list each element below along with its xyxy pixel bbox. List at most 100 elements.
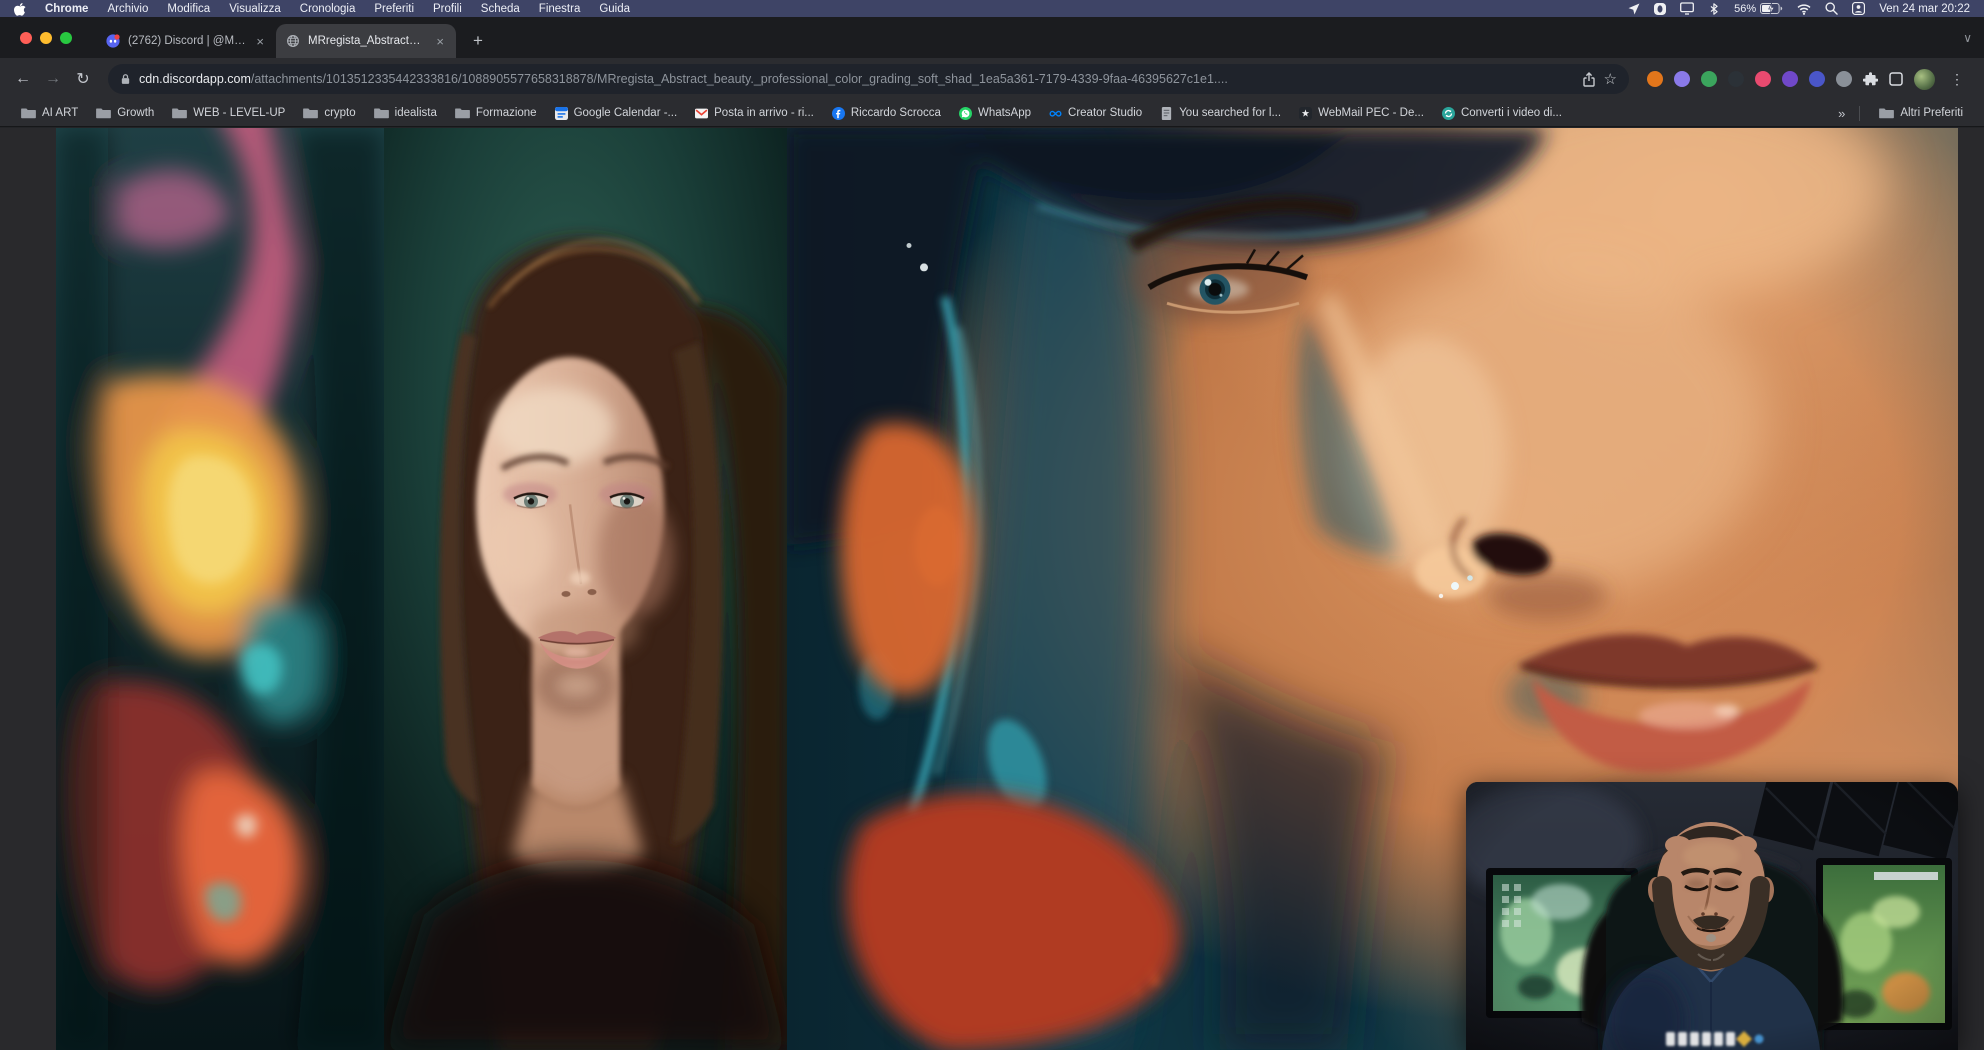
menubar-item-modifica[interactable]: Modifica — [167, 3, 210, 15]
bookmark-label: Altri Preferiti — [1900, 107, 1963, 119]
window-square-icon[interactable] — [1889, 72, 1903, 86]
bookmark-label: You searched for l... — [1179, 107, 1281, 119]
bookmarks-bar: AI ART Growth WEB - LEVEL-UP crypto idea… — [0, 100, 1984, 127]
bookmark-gmail-inbox[interactable]: Posta in arrivo - ri... — [686, 103, 823, 124]
page-content — [0, 128, 1984, 1050]
spotlight-search-icon[interactable] — [1825, 2, 1838, 15]
battery-percent-label: 56% — [1734, 3, 1756, 15]
extension-icon[interactable] — [1782, 71, 1798, 87]
bookmark-creator-studio[interactable]: Creator Studio — [1040, 103, 1151, 124]
bookmark-label: idealista — [395, 107, 437, 119]
bookmark-folder-formazione[interactable]: Formazione — [446, 103, 546, 124]
bookmark-folder-idealista[interactable]: idealista — [365, 103, 446, 124]
extension-icon[interactable] — [1674, 71, 1690, 87]
back-button[interactable]: ← — [8, 64, 38, 94]
whatsapp-icon — [959, 107, 972, 120]
zoom-window-button[interactable] — [60, 32, 72, 44]
menubar-item-profili[interactable]: Profili — [433, 3, 462, 15]
bookmark-video-converter[interactable]: Converti i video di... — [1433, 103, 1571, 124]
bookmark-label: WhatsApp — [978, 107, 1031, 119]
location-arrow-icon[interactable] — [1628, 3, 1640, 15]
discord-favicon — [106, 34, 120, 48]
bookmarks-overflow-icon[interactable]: » — [1834, 106, 1849, 121]
url-domain: cdn.discordapp.com — [139, 72, 251, 86]
tab-strip: (2762) Discord | @Midjourney × MRregista… — [0, 17, 1984, 58]
bookmark-folder-web-level-up[interactable]: WEB - LEVEL-UP — [163, 103, 294, 124]
gmail-icon — [695, 107, 708, 120]
folder-icon — [96, 107, 111, 119]
bookmark-star-icon[interactable]: ☆ — [1604, 70, 1617, 88]
app-badge-icon[interactable] — [1654, 3, 1666, 15]
macos-screen: Chrome Archivio Modifica Visualizza Cron… — [0, 0, 1984, 1050]
extension-icon[interactable] — [1701, 71, 1717, 87]
bookmarks-divider — [1859, 106, 1860, 121]
folder-icon — [374, 107, 389, 119]
menubar-item-guida[interactable]: Guida — [599, 3, 630, 15]
forward-button[interactable]: → — [38, 64, 68, 94]
battery-charging-icon — [1760, 2, 1783, 15]
folder-icon — [172, 107, 187, 119]
profile-avatar[interactable] — [1914, 69, 1935, 90]
user-switch-icon[interactable] — [1852, 2, 1865, 15]
page-icon — [1160, 107, 1173, 120]
menubar-item-visualizza[interactable]: Visualizza — [229, 3, 281, 15]
menubar-item-cronologia[interactable]: Cronologia — [300, 3, 356, 15]
artwork-panel-portrait — [384, 128, 787, 1050]
new-tab-button[interactable]: + — [464, 27, 492, 55]
artwork-panel-abstract — [56, 128, 384, 1050]
share-icon[interactable] — [1582, 72, 1596, 87]
bookmark-label: Google Calendar -... — [574, 107, 678, 119]
bookmark-folder-crypto[interactable]: crypto — [294, 103, 364, 124]
chrome-menu-icon[interactable]: ⋮ — [1946, 71, 1968, 88]
reload-button[interactable]: ↻ — [68, 64, 98, 94]
extensions-puzzle-icon[interactable] — [1863, 72, 1878, 87]
bookmark-folder-ai-art[interactable]: AI ART — [12, 103, 87, 124]
apple-menu[interactable] — [14, 2, 26, 16]
bookmark-facebook-profile[interactable]: Riccardo Scrocca — [823, 103, 950, 124]
menubar-item-preferiti[interactable]: Preferiti — [374, 3, 414, 15]
bookmark-label: AI ART — [42, 107, 78, 119]
extension-icon[interactable] — [1647, 71, 1663, 87]
extension-icon[interactable] — [1755, 71, 1771, 87]
bookmark-google-calendar[interactable]: Google Calendar -... — [546, 103, 687, 124]
bookmark-whatsapp[interactable]: WhatsApp — [950, 103, 1040, 124]
calendar-icon — [555, 107, 568, 120]
globe-favicon — [286, 34, 300, 48]
close-tab-icon[interactable]: × — [254, 34, 266, 49]
close-tab-icon[interactable]: × — [434, 34, 446, 49]
url-text[interactable]: cdn.discordapp.com/attachments/101351233… — [139, 72, 1574, 86]
bookmark-label: Converti i video di... — [1461, 107, 1562, 119]
tab-discord[interactable]: (2762) Discord | @Midjourney × — [96, 24, 276, 58]
menubar-clock[interactable]: Ven 24 mar 20:22 — [1879, 3, 1970, 15]
bluetooth-icon[interactable] — [1708, 3, 1720, 15]
minimize-window-button[interactable] — [40, 32, 52, 44]
bookmark-folder-growth[interactable]: Growth — [87, 103, 163, 124]
address-bar[interactable]: cdn.discordapp.com/attachments/101351233… — [108, 64, 1629, 94]
menubar-item-scheda[interactable]: Scheda — [481, 3, 520, 15]
lock-icon[interactable] — [120, 73, 131, 85]
menubar-item-chrome[interactable]: Chrome — [45, 3, 88, 15]
chevron-down-icon[interactable]: ∨ — [1963, 31, 1972, 45]
tab-image-attachment[interactable]: MRregista_Abstract_beauty._ × — [276, 24, 456, 58]
extension-icon[interactable] — [1809, 71, 1825, 87]
url-path: /attachments/1013512335442333816/1088905… — [251, 72, 1228, 86]
extensions-row: ⋮ — [1639, 69, 1976, 90]
extension-icon[interactable] — [1836, 71, 1852, 87]
wifi-icon[interactable] — [1797, 3, 1811, 15]
menubar-item-finestra[interactable]: Finestra — [539, 3, 581, 15]
webcam-overlay — [1466, 782, 1958, 1050]
tab-title: (2762) Discord | @Midjourney — [128, 35, 246, 47]
folder-icon — [1879, 107, 1894, 119]
bookmark-label: Creator Studio — [1068, 107, 1142, 119]
bookmark-webmail-pec[interactable]: WebMail PEC - De... — [1290, 103, 1433, 124]
extension-icon[interactable] — [1728, 71, 1744, 87]
bookmark-search-result[interactable]: You searched for l... — [1151, 103, 1290, 124]
close-window-button[interactable] — [20, 32, 32, 44]
folder-icon — [21, 107, 36, 119]
display-icon[interactable] — [1680, 2, 1694, 15]
other-bookmarks-folder[interactable]: Altri Preferiti — [1870, 103, 1972, 124]
bookmark-label: crypto — [324, 107, 355, 119]
menubar-item-archivio[interactable]: Archivio — [107, 3, 148, 15]
battery-status[interactable]: 56% — [1734, 2, 1783, 15]
converter-icon — [1442, 107, 1455, 120]
